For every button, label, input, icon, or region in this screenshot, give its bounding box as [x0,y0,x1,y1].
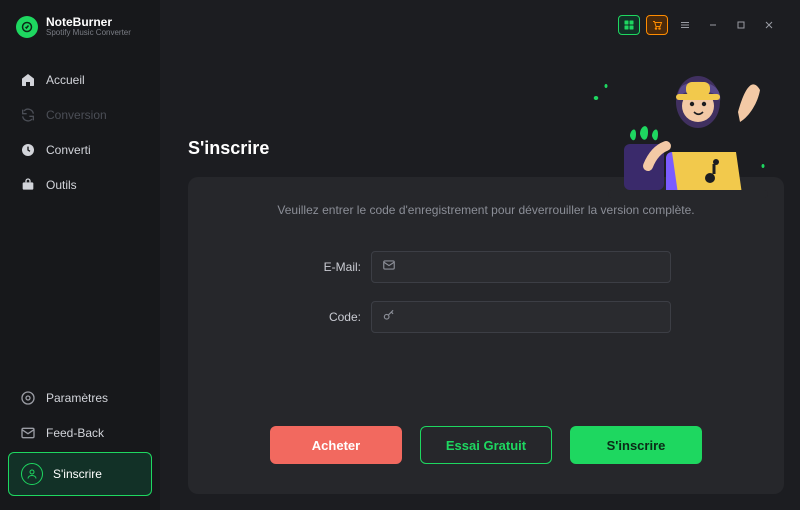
trial-button[interactable]: Essai Gratuit [420,426,552,464]
sidebar-item-settings[interactable]: Paramètres [8,382,152,414]
gear-icon [20,390,36,406]
home-icon [20,72,36,88]
app-logo: NoteBurner Spotify Music Converter [8,12,152,52]
sidebar-item-tools[interactable]: Outils [8,169,152,201]
clock-icon [20,142,36,158]
sidebar-item-label: Converti [46,143,91,157]
menu-button[interactable] [674,15,696,35]
signup-button[interactable]: S'inscrire [570,426,702,464]
sidebar-item-feedback[interactable]: Feed-Back [8,417,152,449]
key-icon [382,308,396,327]
app-subtitle: Spotify Music Converter [46,28,131,38]
window-close-button[interactable] [758,15,780,35]
sidebar-nav: Accueil Conversion Converti Outils [8,64,152,382]
cart-button[interactable] [646,15,668,35]
page-title: S'inscrire [188,138,269,159]
sidebar-item-conversion[interactable]: Conversion [8,99,152,131]
titlebar [188,10,784,40]
sidebar-item-label: Accueil [46,73,85,87]
sidebar-item-home[interactable]: Accueil [8,64,152,96]
mail-icon [20,425,36,441]
email-field[interactable] [371,251,671,283]
window-minimize-button[interactable] [702,15,724,35]
sidebar: NoteBurner Spotify Music Converter Accue… [0,0,160,510]
logo-mark-icon [16,16,38,38]
toolbox-icon [20,177,36,193]
code-label: Code: [301,310,361,324]
mail-icon [382,258,396,277]
register-actions: Acheter Essai Gratuit S'inscrire [216,426,756,468]
email-input[interactable] [404,260,660,274]
code-input[interactable] [404,310,660,324]
sidebar-item-label: Conversion [46,108,107,122]
app-name: NoteBurner [46,16,131,28]
user-icon [21,463,43,485]
main-pane: S'inscrire Veuillez entrer le code d'enr… [160,0,800,510]
register-form: E-Mail: Code: [216,251,756,333]
sidebar-item-converted[interactable]: Converti [8,134,152,166]
register-panel: Veuillez entrer le code d'enregistrement… [188,177,784,494]
sidebar-item-signup[interactable]: S'inscrire [8,452,152,496]
refresh-icon [20,107,36,123]
sidebar-item-label: Outils [46,178,77,192]
sidebar-item-label: S'inscrire [53,467,102,481]
sidebar-item-label: Paramètres [46,391,108,405]
sidebar-item-label: Feed-Back [46,426,104,440]
register-instruction: Veuillez entrer le code d'enregistrement… [216,203,756,217]
code-field[interactable] [371,301,671,333]
buy-button[interactable]: Acheter [270,426,402,464]
signup-illustration [588,64,778,204]
window-maximize-button[interactable] [730,15,752,35]
grid-view-button[interactable] [618,15,640,35]
email-label: E-Mail: [301,260,361,274]
